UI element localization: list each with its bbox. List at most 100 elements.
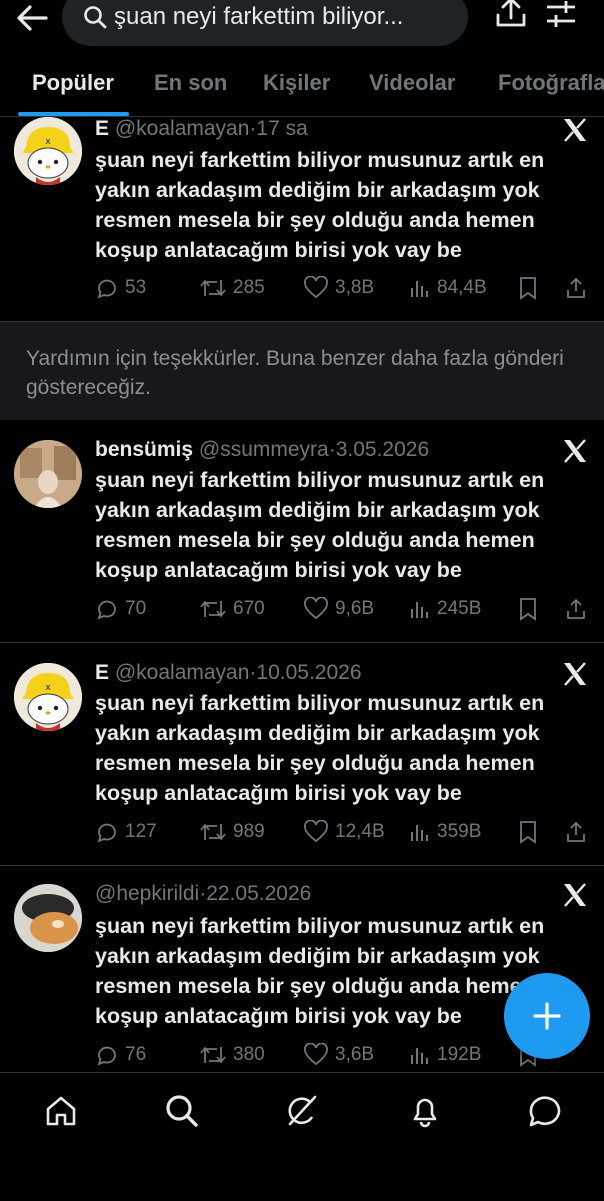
- nav-grok[interactable]: [284, 1093, 320, 1129]
- reply-button[interactable]: 70: [95, 594, 146, 624]
- back-button[interactable]: [14, 2, 50, 34]
- views-button[interactable]: 192B: [409, 1040, 481, 1070]
- reply-icon: [97, 279, 116, 299]
- retweet-count: 670: [233, 598, 265, 619]
- cat-avatar-image: x: [14, 117, 82, 185]
- tweet-actions: 70 670 9,6B 245B: [95, 594, 595, 624]
- feedback-banner: Yardımın için teşekkürler. Buna benzer d…: [0, 322, 604, 420]
- view-count: 245B: [437, 598, 482, 619]
- heart-icon: [304, 820, 328, 843]
- retweet-icon: [200, 824, 226, 840]
- retweet-button[interactable]: 670: [199, 594, 265, 624]
- bottom-navigation: [0, 1072, 604, 1201]
- handle[interactable]: @ssummeyra: [199, 438, 329, 461]
- reply-icon: [97, 823, 116, 843]
- cat-avatar-image: x: [14, 663, 82, 731]
- x-logo-icon: [562, 661, 588, 687]
- avatar[interactable]: x: [14, 117, 82, 185]
- top-bar: şuan neyi farkettim biliyor...: [0, 0, 604, 58]
- share-button[interactable]: [565, 273, 593, 303]
- tab-photos[interactable]: Fotoğrafla: [498, 70, 604, 96]
- nav-home[interactable]: [43, 1093, 79, 1129]
- view-count: 359B: [437, 821, 482, 842]
- nav-messages[interactable]: [527, 1093, 563, 1129]
- search-tabs: Popüler En son Kişiler Videolar Fotoğraf…: [0, 58, 604, 117]
- like-button[interactable]: 9,6B: [303, 594, 374, 624]
- compose-button[interactable]: [504, 973, 590, 1059]
- like-count: 3,6B: [335, 1044, 375, 1065]
- bookmark-icon: [520, 598, 536, 621]
- reply-count: 53: [125, 277, 147, 298]
- reply-icon: [97, 600, 116, 620]
- bookmark-icon: [520, 821, 536, 844]
- search-icon: [84, 6, 107, 29]
- tweet-text: şuan neyi farkettim biliyor musunuz artı…: [95, 148, 545, 262]
- tweet-actions: 53 285 3,8B 84,4B: [95, 273, 595, 303]
- heart-icon: [304, 597, 328, 620]
- svg-text:x: x: [45, 683, 51, 693]
- svg-text:x: x: [45, 137, 51, 147]
- plus-icon: [533, 1002, 561, 1030]
- share-button[interactable]: [565, 817, 593, 847]
- bookmark-button[interactable]: [517, 594, 545, 624]
- share-icon: [567, 822, 585, 842]
- retweet-button[interactable]: 989: [199, 817, 265, 847]
- display-name[interactable]: E: [95, 661, 109, 684]
- profile-photo: [14, 440, 82, 508]
- handle[interactable]: @koalamayan: [115, 661, 250, 684]
- heart-icon: [304, 1043, 328, 1066]
- tab-videos[interactable]: Videolar: [369, 70, 455, 96]
- tab-popular[interactable]: Popüler: [32, 70, 114, 96]
- avatar[interactable]: [14, 440, 82, 508]
- views-icon: [411, 602, 428, 618]
- display-name[interactable]: bensümiş: [95, 438, 193, 461]
- share-search-button[interactable]: [494, 0, 528, 30]
- display-name[interactable]: E: [95, 117, 109, 140]
- timestamp[interactable]: 10.05.2026: [256, 661, 361, 684]
- handle[interactable]: @koalamayan: [115, 117, 250, 140]
- timestamp[interactable]: 17 sa: [256, 117, 307, 140]
- bookmark-button[interactable]: [517, 817, 545, 847]
- search-field[interactable]: şuan neyi farkettim biliyor...: [62, 0, 468, 46]
- views-icon: [411, 825, 428, 841]
- tweet[interactable]: bensümiş @ssummeyra·3.05.2026 şuan neyi …: [0, 420, 604, 643]
- tweet-text: şuan neyi farkettim biliyor musunuz artı…: [95, 468, 545, 582]
- reply-count: 127: [125, 821, 157, 842]
- view-count: 84,4B: [437, 277, 487, 298]
- reply-button[interactable]: 127: [95, 817, 157, 847]
- tweet-header: E @koalamayan·10.05.2026: [95, 661, 362, 685]
- retweet-count: 380: [233, 1044, 265, 1065]
- search-settings-button[interactable]: [544, 0, 578, 32]
- bookmark-button[interactable]: [517, 273, 545, 303]
- timestamp[interactable]: 22.05.2026: [206, 882, 311, 905]
- tab-latest[interactable]: En son: [154, 70, 227, 96]
- avatar[interactable]: x: [14, 663, 82, 731]
- reply-button[interactable]: 76: [95, 1040, 146, 1070]
- timestamp[interactable]: 3.05.2026: [336, 438, 429, 461]
- views-button[interactable]: 359B: [409, 817, 481, 847]
- nav-notifications[interactable]: [407, 1093, 443, 1129]
- cat-photo-avatar: [14, 884, 82, 952]
- grok-icon: [288, 1095, 317, 1126]
- like-count: 9,6B: [335, 598, 375, 619]
- tweet-header: bensümiş @ssummeyra·3.05.2026: [95, 438, 429, 462]
- search-query[interactable]: şuan neyi farkettim biliyor...: [114, 3, 454, 31]
- retweet-button[interactable]: 285: [199, 273, 265, 303]
- like-button[interactable]: 3,8B: [303, 273, 374, 303]
- separator: ·: [328, 438, 336, 461]
- handle[interactable]: @hepkirildi: [95, 882, 199, 905]
- nav-search[interactable]: [164, 1093, 200, 1129]
- like-button[interactable]: 12,4B: [303, 817, 385, 847]
- tweet[interactable]: x E @koalamayan·10.05.2026 şuan neyi far…: [0, 643, 604, 866]
- views-button[interactable]: 84,4B: [409, 273, 487, 303]
- tweet[interactable]: x E @koalamayan·17 sa şuan neyi farketti…: [0, 117, 604, 322]
- share-icon: [567, 278, 585, 298]
- avatar[interactable]: [14, 884, 82, 952]
- reply-button[interactable]: 53: [95, 273, 146, 303]
- like-button[interactable]: 3,6B: [303, 1040, 374, 1070]
- like-count: 12,4B: [335, 821, 385, 842]
- share-button[interactable]: [565, 594, 593, 624]
- retweet-button[interactable]: 380: [199, 1040, 265, 1070]
- tab-people[interactable]: Kişiler: [263, 70, 330, 96]
- views-button[interactable]: 245B: [409, 594, 481, 624]
